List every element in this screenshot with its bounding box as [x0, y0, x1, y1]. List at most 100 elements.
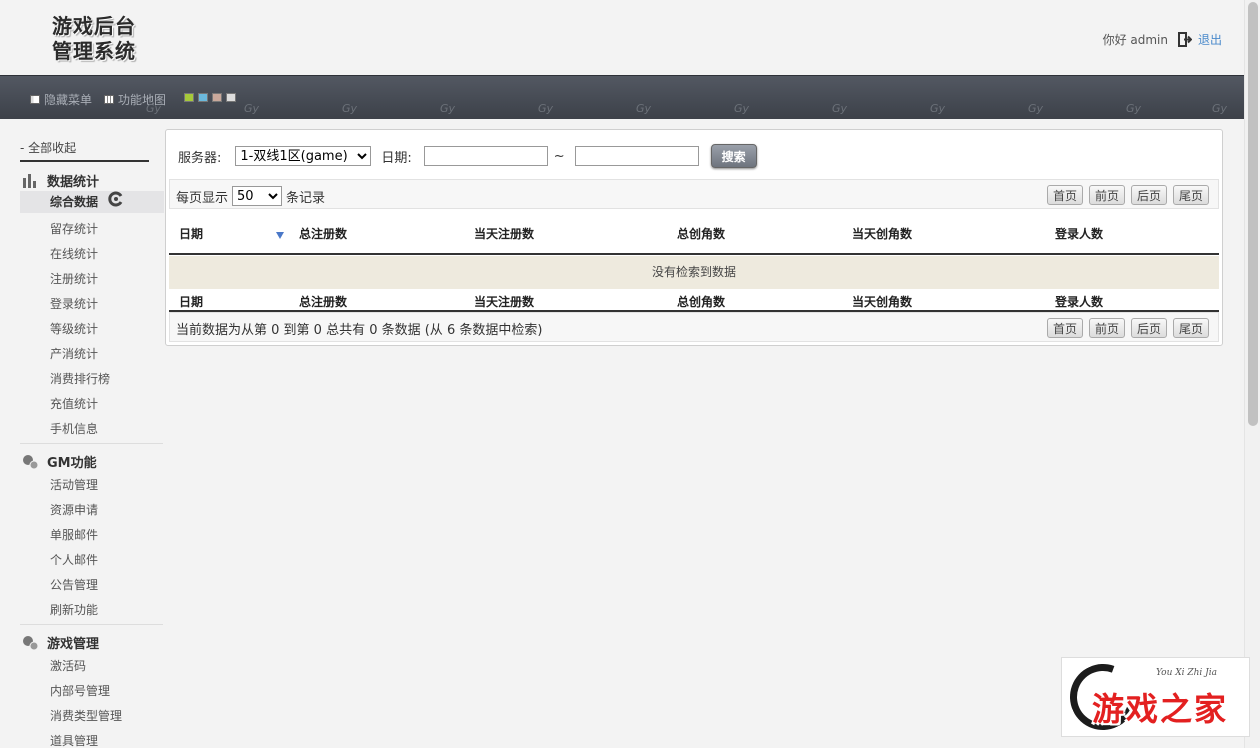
watermark: Gy	[146, 102, 162, 115]
scrollbar[interactable]	[1244, 0, 1260, 748]
column-footer-login-count: 登录人数	[1055, 295, 1104, 309]
refresh-icon	[108, 191, 124, 214]
collapse-all-link[interactable]: - 全部收起	[20, 139, 76, 156]
group-title-label: 数据统计	[47, 175, 100, 190]
table-info: 当前数据为从第 0 到第 0 总共有 0 条数据 (从 6 条数据中检索)	[176, 323, 543, 338]
sidebar-item-spending-types[interactable]: 消费类型管理	[50, 707, 122, 724]
next-page-button[interactable]: 后页	[1131, 318, 1167, 338]
prev-page-button[interactable]: 前页	[1089, 185, 1125, 205]
watermark: Gy	[244, 102, 260, 115]
nav-bar: 隐藏菜单 功能地图 Gy Gy Gy Gy Gy Gy Gy Gy Gy Gy …	[0, 75, 1244, 119]
divider	[20, 624, 163, 625]
sidebar-item-online[interactable]: 在线统计	[50, 245, 98, 262]
sidebar-item-level[interactable]: 等级统计	[50, 320, 98, 337]
page-size-select[interactable]: 50	[232, 186, 283, 206]
server-select[interactable]: 1-双线1区(game)	[235, 146, 372, 166]
filter-form: 服务器: 1-双线1区(game) 日期: ~ 搜索	[178, 144, 757, 168]
user-box: 你好 admin 退出	[1103, 31, 1222, 48]
bar-chart-icon	[22, 173, 39, 189]
column-header-daily-characters[interactable]: 当天创角数	[852, 225, 912, 242]
page-size-control: 每页显示 50 条记录	[176, 186, 325, 206]
group-title-label: 游戏管理	[47, 637, 100, 652]
date-to-input[interactable]	[574, 146, 699, 166]
logo-line1: 游戏后台	[52, 14, 136, 38]
group-data-stats[interactable]: 数据统计	[22, 171, 99, 190]
watermark: Gy	[636, 102, 652, 115]
next-page-button[interactable]: 后页	[1131, 185, 1167, 205]
sidebar-item-register[interactable]: 注册统计	[50, 270, 98, 287]
sidebar-item-items[interactable]: 道具管理	[50, 732, 98, 748]
sidebar-item-retention[interactable]: 留存统计	[50, 220, 98, 237]
first-page-button[interactable]: 首页	[1047, 318, 1083, 338]
column-footer-daily-register: 当天注册数	[474, 295, 535, 309]
sidebar-item-spending-rank[interactable]: 消费排行榜	[50, 370, 110, 387]
search-button[interactable]: 搜索	[710, 144, 757, 168]
watermark-subtitle: You Xi Zhi Jia	[1156, 668, 1218, 678]
watermark: Gy	[1212, 102, 1228, 115]
scrollbar-thumb[interactable]	[1248, 2, 1258, 426]
sidebar-item-internal-accounts[interactable]: 内部号管理	[50, 682, 110, 699]
watermark: Gy	[832, 102, 848, 115]
column-header-date[interactable]: 日期	[179, 225, 203, 242]
sidebar-item-activity[interactable]: 活动管理	[50, 476, 98, 493]
gear-bubble-icon	[22, 454, 39, 470]
sidebar-item-login[interactable]: 登录统计	[50, 295, 98, 312]
column-header-login-count[interactable]: 登录人数	[1055, 225, 1103, 242]
main-panel: 服务器: 1-双线1区(game) 日期: ~ 搜索 每页显示 50 条记录 首…	[165, 129, 1223, 346]
column-header-total-register[interactable]: 总注册数	[299, 225, 347, 242]
date-separator: ~	[553, 148, 565, 164]
theme-swatch-green[interactable]	[184, 93, 194, 102]
sidebar: - 全部收起 数据统计 综合数据 留存统计 在线统计 注册统计 登录统计 等级统…	[0, 119, 164, 748]
logout-link[interactable]: 退出	[1198, 31, 1222, 48]
column-header-daily-register[interactable]: 当天注册数	[474, 225, 534, 242]
prev-page-button[interactable]: 前页	[1089, 318, 1125, 338]
sidebar-item-resource-request[interactable]: 资源申请	[50, 501, 98, 518]
app-logo: 游戏后台 管理系统	[52, 14, 136, 64]
last-page-button[interactable]: 尾页	[1173, 318, 1209, 338]
greeting-text: 你好 admin	[1102, 33, 1168, 47]
sidebar-item-refresh[interactable]: 刷新功能	[50, 601, 98, 618]
sidebar-item-activation-code[interactable]: 激活码	[50, 657, 86, 674]
table-toolbar: 每页显示 50 条记录 首页 前页 后页 尾页	[169, 179, 1219, 209]
sidebar-item-announcement[interactable]: 公告管理	[50, 576, 98, 593]
table-footer: 日期 总注册数 当天注册数 总创角数 当天创角数 登录人数	[169, 289, 1219, 311]
hide-menu-button[interactable]: 隐藏菜单	[30, 91, 92, 108]
theme-swatch-gray[interactable]	[226, 93, 236, 102]
exit-icon[interactable]	[1177, 32, 1193, 47]
watermark-logo: You Xi Zhi Jia 游戏之家	[1059, 653, 1250, 741]
sidebar-item-server-mail[interactable]: 单服邮件	[50, 526, 98, 543]
watermark: Gy	[538, 102, 554, 115]
pager-bottom: 首页 前页 后页 尾页	[1047, 318, 1209, 338]
page-size-prefix: 每页显示	[176, 190, 229, 206]
sidebar-item-production[interactable]: 产消统计	[50, 345, 98, 362]
group-gm[interactable]: GM功能	[22, 452, 97, 471]
sidebar-item-mobile-info[interactable]: 手机信息	[50, 420, 98, 437]
last-page-button[interactable]: 尾页	[1173, 185, 1209, 205]
theme-swatch-blue[interactable]	[198, 93, 208, 102]
divider	[20, 443, 163, 444]
grid-icon	[104, 95, 114, 104]
column-header-total-characters[interactable]: 总创角数	[677, 225, 725, 242]
theme-swatch-brown[interactable]	[212, 93, 222, 102]
watermark: Gy	[930, 102, 946, 115]
server-label: 服务器:	[178, 150, 222, 166]
gear-bubble-icon	[22, 635, 39, 651]
date-from-input[interactable]	[423, 146, 548, 166]
sidebar-item-personal-mail[interactable]: 个人邮件	[50, 551, 98, 568]
pager-top: 首页 前页 后页 尾页	[1047, 185, 1209, 205]
sidebar-item-overview[interactable]: 综合数据	[20, 191, 164, 213]
watermark: Gy	[1028, 102, 1044, 115]
group-game-mgmt[interactable]: 游戏管理	[22, 633, 99, 652]
logo-line2: 管理系统	[52, 39, 136, 63]
divider	[20, 160, 149, 162]
empty-message: 没有检索到数据	[169, 256, 1219, 289]
watermark: Gy	[734, 102, 750, 115]
watermark-title: 游戏之家	[1092, 690, 1229, 728]
top-header: 游戏后台 管理系统 你好 admin 退出	[0, 0, 1244, 75]
sidebar-item-recharge[interactable]: 充值统计	[50, 395, 98, 412]
first-page-button[interactable]: 首页	[1047, 185, 1083, 205]
column-footer-date: 日期	[179, 295, 204, 309]
hide-menu-icon	[30, 95, 40, 104]
watermark: Gy	[440, 102, 456, 115]
column-footer-daily-characters: 当天创角数	[852, 295, 913, 309]
